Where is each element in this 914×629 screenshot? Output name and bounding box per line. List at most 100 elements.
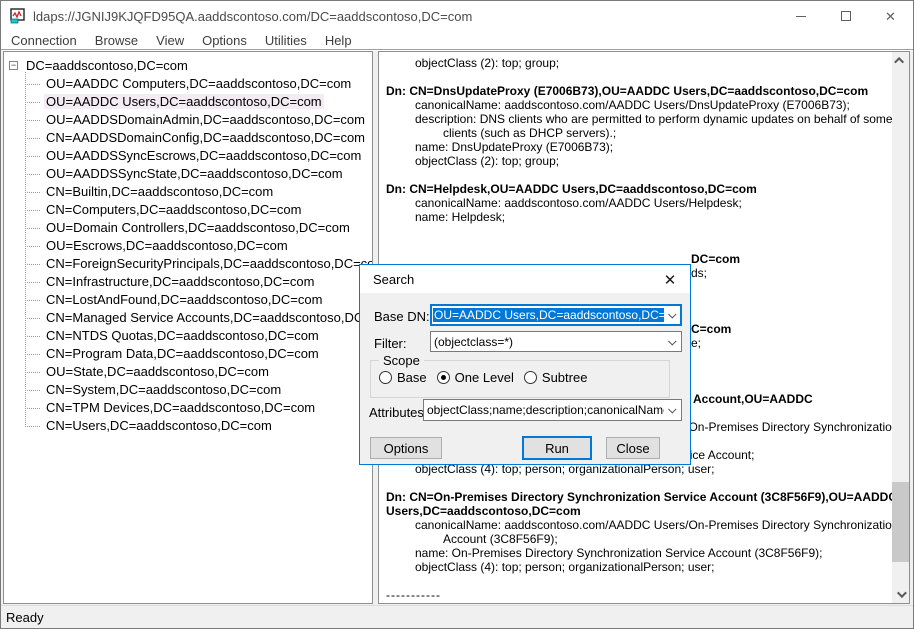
tree-item[interactable]: OU=AADDSDomainAdmin,DC=aaddscontoso,DC=c… (4, 111, 372, 129)
output-line (379, 168, 892, 182)
tree-item[interactable]: OU=AADDSSyncState,DC=aaddscontoso,DC=com (4, 165, 372, 183)
options-button[interactable]: Options (370, 437, 442, 459)
tree-item-label: CN=LostAndFound,DC=aaddscontoso,DC=com (44, 292, 324, 307)
tree-item[interactable]: CN=Program Data,DC=aaddscontoso,DC=com (4, 345, 372, 363)
dialog-close-button[interactable]: ✕ (661, 271, 679, 289)
tree-item[interactable]: OU=AADDSSyncEscrows,DC=aaddscontoso,DC=c… (4, 147, 372, 165)
tree-item-label: OU=State,DC=aaddscontoso,DC=com (44, 364, 271, 379)
ldp-window: ldaps://JGNIJ9KJQFD95QA.aaddscontoso.com… (0, 0, 914, 629)
tree-item[interactable]: OU=Domain Controllers,DC=aaddscontoso,DC… (4, 219, 372, 237)
attributes-dropdown-button[interactable] (664, 400, 681, 420)
base-dn-dropdown-button[interactable] (664, 305, 681, 325)
tree-item[interactable]: OU=AADDC Computers,DC=aaddscontoso,DC=co… (4, 75, 372, 93)
base-dn-combo[interactable]: OU=AADDC Users,DC=aaddscontoso,DC=com (430, 304, 682, 326)
tree-item[interactable]: CN=Infrastructure,DC=aaddscontoso,DC=com (4, 273, 372, 291)
output-line: canonicalName: aaddscontoso.com/AADDC Us… (379, 196, 892, 210)
tree-item[interactable]: CN=Managed Service Accounts,DC=aaddscont… (4, 309, 372, 327)
radio-label: One Level (455, 370, 514, 385)
tree-item[interactable]: OU=AADDC Users,DC=aaddscontoso,DC=com (4, 93, 372, 111)
scrollbar-thumb[interactable] (892, 482, 909, 562)
attributes-combo[interactable]: objectClass;name;description;canonicalNa… (423, 399, 682, 421)
filter-combo[interactable]: (objectclass=*) (430, 331, 682, 352)
radio-subtree[interactable]: Subtree (524, 370, 588, 385)
scroll-down-button[interactable] (892, 586, 909, 603)
tree-item[interactable]: OU=Escrows,DC=aaddscontoso,DC=com (4, 237, 372, 255)
tree-item-label: CN=ForeignSecurityPrincipals,DC=aaddscon… (44, 256, 373, 271)
title-bar: ldaps://JGNIJ9KJQFD95QA.aaddscontoso.com… (1, 1, 913, 31)
menu-view[interactable]: View (147, 32, 193, 49)
chevron-down-icon (668, 310, 676, 318)
radio-one-level[interactable]: One Level (437, 370, 514, 385)
tree-item-label: CN=Managed Service Accounts,DC=aaddscont… (44, 310, 373, 325)
dialog-title: Search (373, 272, 414, 287)
tree-item-label: CN=Users,DC=aaddscontoso,DC=com (44, 418, 274, 433)
output-line: ----------- (379, 588, 892, 602)
tree-item[interactable]: OU=State,DC=aaddscontoso,DC=com (4, 363, 372, 381)
tree-item-label: CN=Program Data,DC=aaddscontoso,DC=com (44, 346, 321, 361)
menu-utilities[interactable]: Utilities (256, 32, 316, 49)
minimize-icon (796, 16, 806, 17)
tree-item[interactable]: CN=Computers,DC=aaddscontoso,DC=com (4, 201, 372, 219)
output-line: canonicalName: aaddscontoso.com/AADDC Us… (379, 518, 892, 532)
caption-buttons: ✕ (778, 1, 913, 31)
dialog-title-bar[interactable]: Search (360, 265, 690, 293)
tree-item[interactable]: CN=LostAndFound,DC=aaddscontoso,DC=com (4, 291, 372, 309)
tree-item-label: OU=AADDC Computers,DC=aaddscontoso,DC=co… (44, 76, 353, 91)
output-line (379, 70, 892, 84)
tree-item[interactable]: CN=NTDS Quotas,DC=aaddscontoso,DC=com (4, 327, 372, 345)
tree-item[interactable]: CN=AADDSDomainConfig,DC=aaddscontoso,DC=… (4, 129, 372, 147)
tree-item-label: CN=NTDS Quotas,DC=aaddscontoso,DC=com (44, 328, 321, 343)
output-line: name: On-Premises Directory Synchronizat… (379, 546, 892, 560)
tree-root[interactable]: − DC=aaddscontoso,DC=com (4, 57, 372, 75)
chevron-up-icon (894, 57, 904, 67)
output-line: Dn: CN=DnsUpdateProxy (E7006B73),OU=AADD… (379, 84, 892, 98)
filter-value: (objectclass=*) (431, 335, 664, 349)
tree-item[interactable]: CN=System,DC=aaddscontoso,DC=com (4, 381, 372, 399)
menu-bar: ConnectionBrowseViewOptionsUtilitiesHelp (1, 31, 913, 50)
close-button[interactable]: ✕ (868, 1, 913, 31)
menu-options[interactable]: Options (193, 32, 256, 49)
tree-item-label: CN=TPM Devices,DC=aaddscontoso,DC=com (44, 400, 317, 415)
radio-icon (524, 371, 537, 384)
output-line (379, 574, 892, 588)
tree-panel[interactable]: − DC=aaddscontoso,DC=com OU=AADDC Comput… (3, 51, 373, 604)
output-line: Users,DC=aaddscontoso,DC=com (379, 504, 892, 518)
tree-root-label: DC=aaddscontoso,DC=com (24, 58, 190, 73)
vertical-scrollbar[interactable] (892, 52, 909, 603)
menu-help[interactable]: Help (316, 32, 361, 49)
close-dialog-button[interactable]: Close (606, 437, 660, 459)
tree-item-label: OU=AADDSDomainAdmin,DC=aaddscontoso,DC=c… (44, 112, 367, 127)
output-line: Dn: CN=On-Premises Directory Synchroniza… (379, 490, 892, 504)
chevron-down-icon (668, 405, 676, 413)
status-bar: Ready (1, 605, 913, 628)
tree-item[interactable]: CN=Users,DC=aaddscontoso,DC=com (4, 417, 372, 435)
tree-item-label: OU=AADDSSyncState,DC=aaddscontoso,DC=com (44, 166, 345, 181)
menu-connection[interactable]: Connection (2, 32, 86, 49)
output-line: objectClass (4): top; person; organizati… (379, 560, 892, 574)
filter-dropdown-button[interactable] (664, 332, 681, 351)
maximize-icon (841, 11, 851, 21)
tree-item-label: CN=System,DC=aaddscontoso,DC=com (44, 382, 283, 397)
radio-base[interactable]: Base (379, 370, 427, 385)
app-icon (10, 8, 26, 24)
maximize-button[interactable] (823, 1, 868, 31)
tree-item[interactable]: CN=Builtin,DC=aaddscontoso,DC=com (4, 183, 372, 201)
scope-group: Scope BaseOne LevelSubtree (370, 360, 670, 398)
tree-item-label: OU=AADDC Users,DC=aaddscontoso,DC=com (44, 94, 324, 109)
client-area: − DC=aaddscontoso,DC=com OU=AADDC Comput… (1, 51, 913, 605)
menu-browse[interactable]: Browse (86, 32, 147, 49)
radio-label: Subtree (542, 370, 588, 385)
tree-item-label: OU=Escrows,DC=aaddscontoso,DC=com (44, 238, 290, 253)
tree-item[interactable]: CN=TPM Devices,DC=aaddscontoso,DC=com (4, 399, 372, 417)
tree-item-label: CN=Infrastructure,DC=aaddscontoso,DC=com (44, 274, 316, 289)
scroll-up-button[interactable] (892, 52, 909, 69)
output-line (379, 238, 892, 252)
collapse-icon[interactable]: − (9, 61, 18, 70)
output-line (379, 224, 892, 238)
run-button[interactable]: Run (522, 436, 592, 460)
minimize-button[interactable] (778, 1, 823, 31)
output-line: clients (such as DHCP servers).; (379, 126, 892, 140)
output-line: objectClass (2): top; group; (379, 154, 892, 168)
tree-item[interactable]: CN=ForeignSecurityPrincipals,DC=aaddscon… (4, 255, 372, 273)
base-dn-value: OU=AADDC Users,DC=aaddscontoso,DC=com (431, 308, 664, 322)
